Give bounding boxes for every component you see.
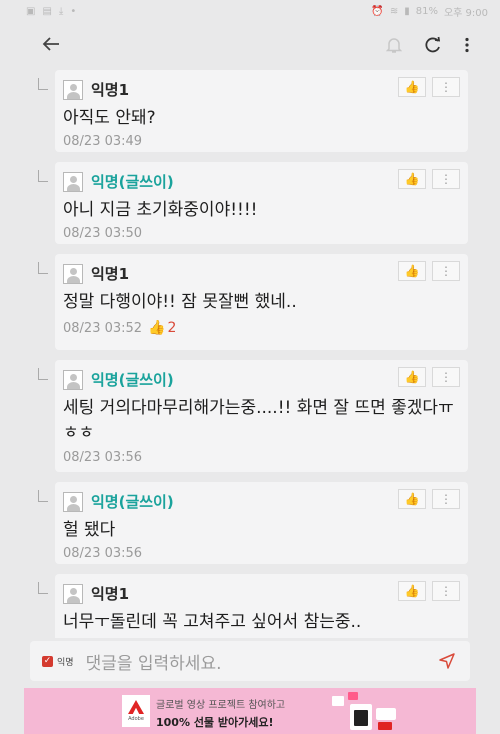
reply-arrow-icon xyxy=(38,78,48,90)
comment-date: 08/23 03:52 👍 2 xyxy=(63,320,177,336)
comment-item: 익명1 👍 ⋮ 너무ㅜ돌린데 꼭 고쳐주고 싶어서 참는중.. xyxy=(0,574,500,638)
like-button[interactable]: 👍 xyxy=(398,169,426,189)
avatar xyxy=(63,583,83,604)
checkbox-checked-icon: ✓ xyxy=(42,655,53,667)
comment-author: 익명(글쓰이) xyxy=(91,371,174,389)
reply-arrow-icon xyxy=(38,368,48,380)
reply-arrow-icon xyxy=(38,490,48,502)
wifi-icon: ≋ xyxy=(389,5,399,17)
like-count: 👍 2 xyxy=(148,320,177,336)
download-icon: ⤓ xyxy=(58,5,64,17)
comment-list: 익명1 👍 ⋮ 아직도 안돼? 08/23 03:49 익명(글쓰이) 👍 ⋮ … xyxy=(0,68,500,638)
comment-author: 익명(글쓰이) xyxy=(91,493,174,511)
reply-arrow-icon xyxy=(38,170,48,182)
clock: 오후 9:00 xyxy=(443,7,488,19)
avatar xyxy=(63,369,83,390)
avatar xyxy=(63,263,83,284)
thumbs-up-icon: 👍 xyxy=(148,320,166,336)
avatar xyxy=(63,491,83,512)
reply-arrow-icon xyxy=(38,262,48,274)
comment-date: 08/23 03:50 xyxy=(63,226,143,241)
comment-item: 익명1 👍 ⋮ 아직도 안돼? 08/23 03:49 xyxy=(0,70,500,152)
like-button[interactable]: 👍 xyxy=(398,261,426,281)
comment-text: 아니 지금 초기화중이야!!!! xyxy=(63,200,258,220)
comment-text: 헐 됐다 xyxy=(63,520,116,540)
comment-menu-button[interactable]: ⋮ xyxy=(432,581,460,601)
comment-text: 정말 다행이야!! 잠 못잘뻔 했네.. xyxy=(63,292,297,312)
avatar xyxy=(63,171,83,192)
comment-menu-button[interactable]: ⋮ xyxy=(432,367,460,387)
anonymous-checkbox[interactable]: ✓ 익명 xyxy=(42,655,74,668)
avatar xyxy=(63,79,83,100)
gallery-icon: ▣ xyxy=(26,5,36,17)
comment-card: 익명(글쓰이) 👍 ⋮ 세팅 거의다마무리해가는중....!! 화면 잘 뜨면 … xyxy=(55,360,468,472)
comment-card: 익명1 👍 ⋮ 너무ㅜ돌린데 꼭 고쳐주고 싶어서 참는중.. xyxy=(55,574,468,638)
comment-author: 익명1 xyxy=(91,265,130,283)
comment-input[interactable]: 댓글을 입력하세요. xyxy=(86,649,438,674)
alarm-icon: ⏰ xyxy=(371,5,384,17)
ad-banner[interactable]: Adobe 글로벌 영상 프로젝트 참여하고 100% 선물 받아가세요! xyxy=(24,688,476,734)
comment-card: 익명(글쓰이) 👍 ⋮ 아니 지금 초기화중이야!!!! 08/23 03:50 xyxy=(55,162,468,244)
reply-arrow-icon xyxy=(38,582,48,594)
comment-card: 익명1 👍 ⋮ 아직도 안돼? 08/23 03:49 xyxy=(55,70,468,152)
like-button[interactable]: 👍 xyxy=(398,489,426,509)
comment-card: 익명(글쓰이) 👍 ⋮ 헐 됐다 08/23 03:56 xyxy=(55,482,468,564)
more-vertical-icon[interactable] xyxy=(464,37,470,53)
comment-author: 익명(글쓰이) xyxy=(91,173,174,191)
status-bar: ▣ ▤ ⤓ • ⏰ ≋ ▮ 81% 오후 9:00 xyxy=(0,0,500,22)
send-icon[interactable] xyxy=(438,652,456,670)
like-button[interactable]: 👍 xyxy=(398,581,426,601)
comment-date: 08/23 03:56 xyxy=(63,546,143,561)
comment-item: 익명(글쓰이) 👍 ⋮ 헐 됐다 08/23 03:56 xyxy=(0,482,500,564)
comment-date: 08/23 03:56 xyxy=(63,450,143,465)
comment-menu-button[interactable]: ⋮ xyxy=(432,261,460,281)
system-icons: ⏰ ≋ ▮ 81% 오후 9:00 xyxy=(371,4,488,19)
notification-dot-icon: • xyxy=(70,5,77,17)
comment-input-bar: ✓ 익명 댓글을 입력하세요. xyxy=(30,641,470,681)
comment-text: 세팅 거의다마무리해가는중....!! 화면 잘 뜨면 좋겠다ㅠㅎㅎ xyxy=(63,398,454,443)
signal-icon: ▮ xyxy=(404,5,410,17)
comment-item: 익명(글쓰이) 👍 ⋮ 세팅 거의다마무리해가는중....!! 화면 잘 뜨면 … xyxy=(0,360,500,472)
comment-menu-button[interactable]: ⋮ xyxy=(432,77,460,97)
battery-level: 81% xyxy=(415,5,438,17)
image-icon: ▤ xyxy=(42,5,52,17)
app-bar xyxy=(0,22,500,68)
comment-author: 익명1 xyxy=(91,81,130,99)
bell-icon[interactable] xyxy=(386,36,402,54)
ad-line-2: 100% 선물 받아가세요! xyxy=(156,716,274,729)
like-button[interactable]: 👍 xyxy=(398,77,426,97)
notification-icons: ▣ ▤ ⤓ • xyxy=(26,6,76,17)
comment-text: 너무ㅜ돌린데 꼭 고쳐주고 싶어서 참는중.. xyxy=(63,612,362,632)
refresh-icon[interactable] xyxy=(424,36,442,54)
comment-menu-button[interactable]: ⋮ xyxy=(432,169,460,189)
comment-card: 익명1 👍 ⋮ 정말 다행이야!! 잠 못잘뻔 했네.. 08/23 03:52… xyxy=(55,254,468,350)
comment-text: 아직도 안돼? xyxy=(63,108,156,128)
comment-menu-button[interactable]: ⋮ xyxy=(432,489,460,509)
comment-item: 익명1 👍 ⋮ 정말 다행이야!! 잠 못잘뻔 했네.. 08/23 03:52… xyxy=(0,254,500,350)
comment-author: 익명1 xyxy=(91,585,130,603)
ad-illustration xyxy=(332,692,396,730)
back-arrow-icon[interactable] xyxy=(42,33,60,57)
brand-logo: Adobe xyxy=(122,695,150,727)
comment-date: 08/23 03:49 xyxy=(63,134,143,149)
like-button[interactable]: 👍 xyxy=(398,367,426,387)
comment-item: 익명(글쓰이) 👍 ⋮ 아니 지금 초기화중이야!!!! 08/23 03:50 xyxy=(0,162,500,244)
ad-line-1: 글로벌 영상 프로젝트 참여하고 xyxy=(156,700,286,711)
